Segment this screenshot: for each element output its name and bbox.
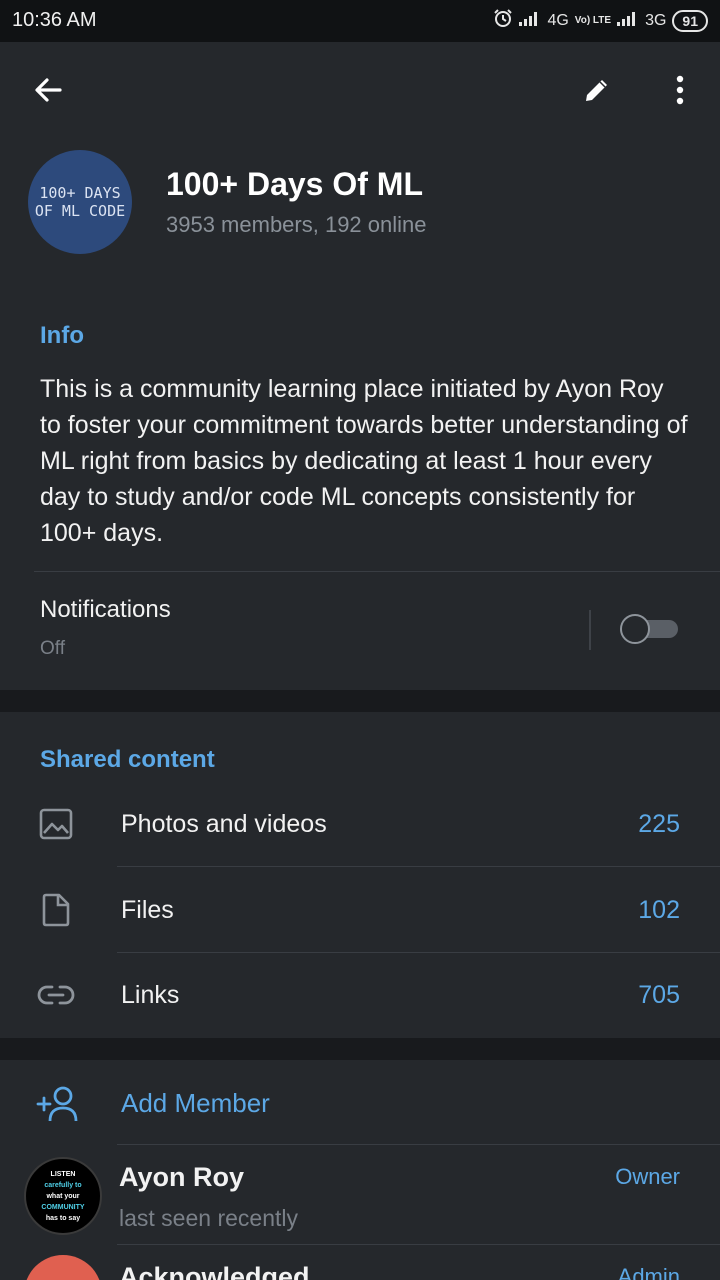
divider-vertical bbox=[589, 610, 591, 650]
shared-row-links[interactable]: Links 705 bbox=[0, 953, 720, 1039]
network-type-2: 3G bbox=[645, 11, 667, 29]
notifications-title: Notifications bbox=[40, 596, 171, 623]
pencil-icon bbox=[582, 75, 612, 110]
status-time: 10:36 AM bbox=[12, 9, 97, 31]
shared-content-label: Shared content bbox=[40, 746, 215, 773]
shared-row-label: Files bbox=[121, 896, 174, 924]
back-button[interactable] bbox=[24, 68, 72, 116]
shared-content-section: Shared content Photos and videos 225 Fil… bbox=[0, 712, 720, 1038]
avatar-text: COMMUNITY bbox=[41, 1203, 85, 1211]
member-status: last seen recently bbox=[119, 1205, 298, 1231]
battery-indicator: 91 bbox=[672, 9, 708, 32]
file-icon bbox=[36, 890, 76, 930]
info-label: Info bbox=[40, 322, 84, 349]
signal-icon-2 bbox=[617, 10, 639, 31]
group-member-count: 3953 members, 192 online bbox=[166, 212, 427, 237]
member-avatar bbox=[24, 1255, 102, 1280]
toggle-knob bbox=[620, 614, 650, 644]
notifications-toggle[interactable] bbox=[620, 614, 680, 644]
link-icon bbox=[36, 975, 76, 1015]
info-section: Info This is a community learning place … bbox=[0, 290, 720, 690]
shared-row-count: 705 bbox=[638, 981, 680, 1009]
add-user-icon bbox=[36, 1082, 80, 1126]
avatar-text-line-1: 100+ DAYS bbox=[39, 184, 121, 202]
shared-row-count: 102 bbox=[638, 896, 680, 924]
volte-indicator: Vo) LTE bbox=[574, 14, 612, 26]
member-role: Owner bbox=[615, 1164, 680, 1189]
shared-row-files[interactable]: Files 102 bbox=[0, 868, 720, 954]
divider bbox=[117, 1144, 720, 1145]
member-avatar: LISTEN carefully to what your COMMUNITY … bbox=[24, 1157, 102, 1235]
avatar-text: has to say bbox=[45, 1214, 81, 1222]
members-section: Add Member LISTEN carefully to what your… bbox=[0, 1060, 720, 1280]
avatar-text-line-2: OF ML CODE bbox=[34, 202, 126, 220]
avatar-text: LISTEN bbox=[50, 1170, 76, 1178]
signal-icon bbox=[519, 10, 541, 31]
shared-row-count: 225 bbox=[638, 810, 680, 838]
divider bbox=[34, 571, 720, 572]
notifications-state: Off bbox=[40, 638, 65, 659]
group-description: This is a community learning place initi… bbox=[40, 375, 688, 547]
avatar-text: what your bbox=[46, 1192, 80, 1200]
section-gap bbox=[0, 1038, 720, 1060]
group-avatar[interactable]: 100+ DAYS OF ML CODE bbox=[28, 150, 132, 254]
shared-row-photos[interactable]: Photos and videos 225 bbox=[0, 782, 720, 868]
section-gap bbox=[0, 690, 720, 712]
profile-header: 100+ DAYS OF ML CODE 100+ Days Of ML 395… bbox=[0, 42, 720, 290]
alarm-icon bbox=[493, 8, 513, 33]
group-title: 100+ Days Of ML bbox=[166, 166, 423, 202]
more-vertical-icon bbox=[675, 75, 685, 110]
member-name: Acknowledged bbox=[119, 1262, 310, 1280]
add-member-label: Add Member bbox=[121, 1088, 270, 1118]
avatar-text: carefully to bbox=[44, 1181, 82, 1189]
network-type-1: 4G bbox=[547, 11, 569, 29]
status-bar: 10:36 AM 4G Vo) LTE 3G 91 bbox=[0, 0, 720, 42]
member-role: Admin bbox=[617, 1264, 680, 1280]
divider bbox=[117, 866, 720, 867]
edit-button[interactable] bbox=[573, 68, 621, 116]
image-icon bbox=[36, 804, 76, 844]
more-button[interactable] bbox=[656, 68, 704, 116]
arrow-left-icon bbox=[32, 74, 64, 111]
divider bbox=[117, 1244, 720, 1245]
status-icons: 4G Vo) LTE 3G 91 bbox=[493, 8, 708, 33]
shared-row-label: Links bbox=[121, 981, 180, 1009]
shared-row-label: Photos and videos bbox=[121, 810, 327, 838]
member-name: Ayon Roy bbox=[119, 1162, 245, 1192]
